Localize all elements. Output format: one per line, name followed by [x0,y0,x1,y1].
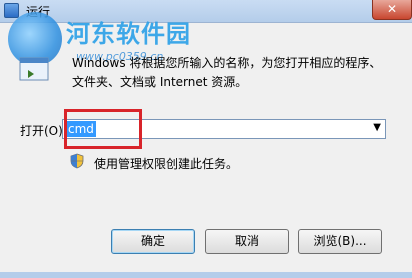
browse-button[interactable]: 浏览(B)... [298,229,382,254]
watermark-title: 河东软件园 [66,19,191,48]
dropdown-arrow-icon[interactable]: ▼ [373,122,381,133]
shield-icon [70,153,84,169]
cancel-button[interactable]: 取消 [205,229,289,254]
close-icon: ✕ [386,2,398,16]
open-label: 打开(O): [20,124,67,138]
window-frame-bottom [0,272,412,278]
highlight-box [64,109,142,149]
admin-note: 使用管理权限创建此任务。 [94,157,239,171]
description-line-2: 文件夹、文档或 Internet 资源。 [72,75,248,89]
ok-button[interactable]: 确定 [111,229,195,254]
close-button[interactable]: ✕ [372,0,412,20]
description-line-1: Windows 将根据您所输入的名称，为您打开相应的程序、 [72,56,382,70]
run-icon [19,57,49,81]
description: Windows 将根据您所输入的名称，为您打开相应的程序、 文件夹、文档或 In… [72,54,392,92]
